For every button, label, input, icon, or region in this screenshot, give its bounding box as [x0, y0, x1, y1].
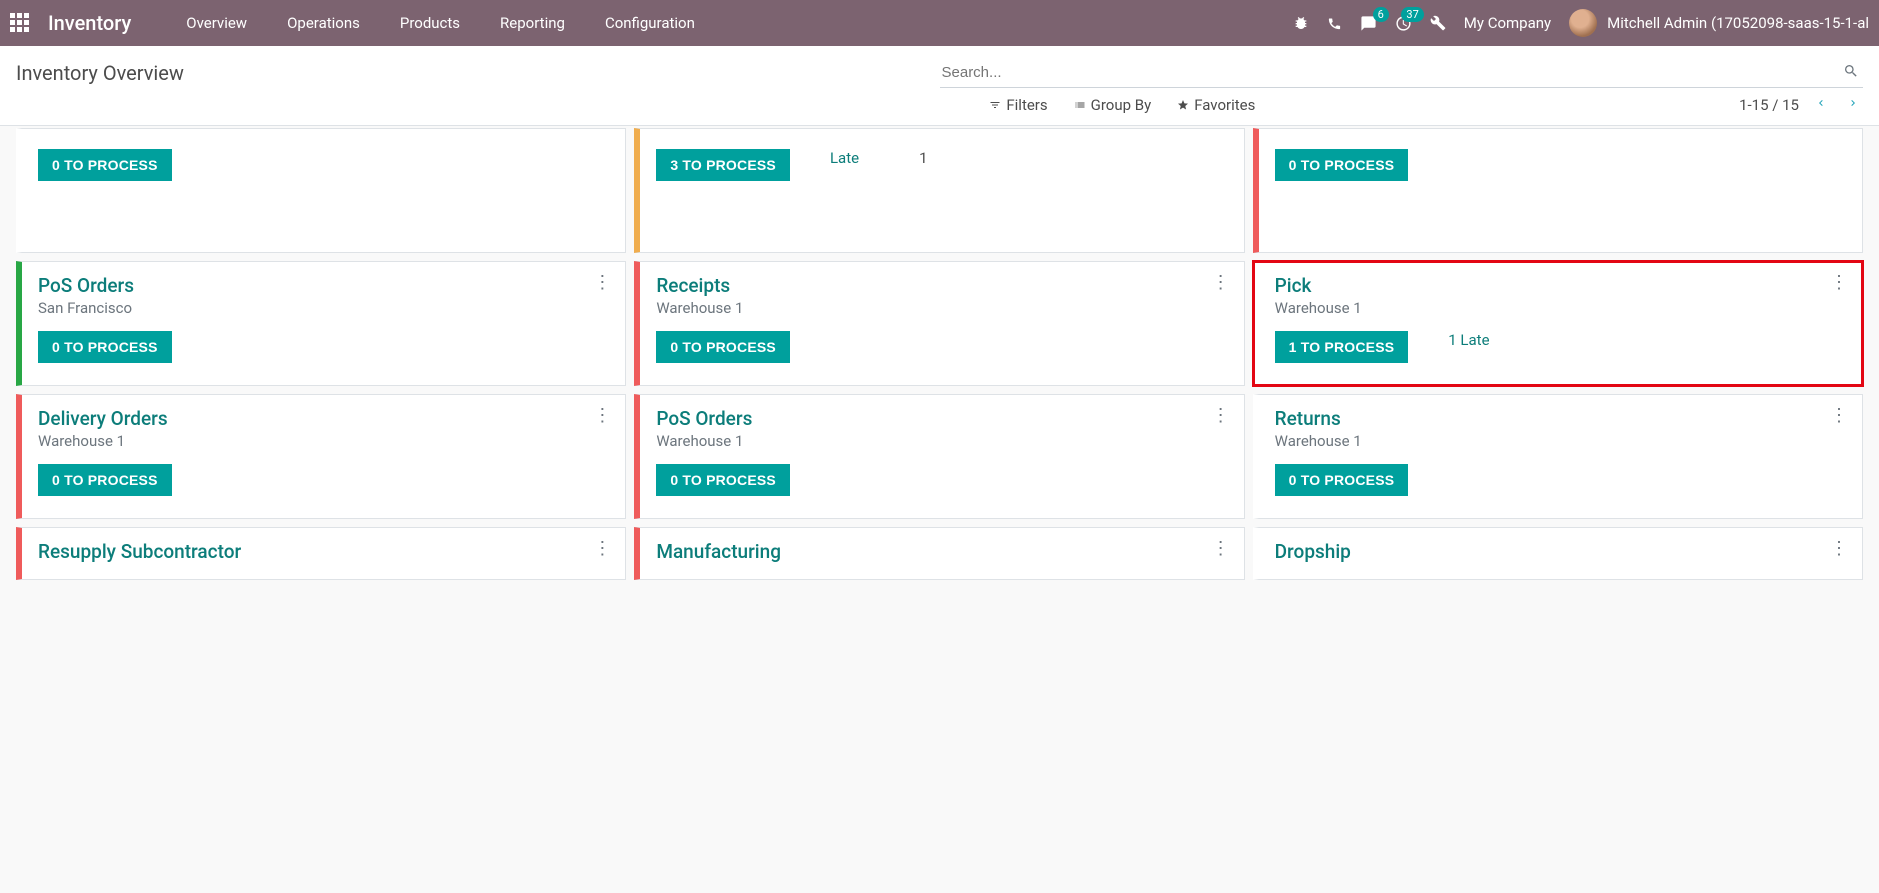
- kanban-card-resupply[interactable]: ⋮ Resupply Subcontractor: [16, 527, 626, 580]
- pager-prev[interactable]: [1811, 94, 1831, 115]
- groupby-label: Group By: [1091, 96, 1152, 114]
- kanban-card[interactable]: 3 TO PROCESS Late 1: [634, 128, 1244, 253]
- card-title[interactable]: Manufacturing: [656, 540, 1227, 563]
- menu-configuration[interactable]: Configuration: [585, 14, 715, 32]
- process-button[interactable]: 1 TO PROCESS: [1275, 331, 1409, 363]
- list-icon: [1074, 99, 1086, 111]
- menu-products[interactable]: Products: [380, 14, 480, 32]
- menu-operations[interactable]: Operations: [267, 14, 380, 32]
- card-menu-icon[interactable]: ⋮: [1830, 538, 1848, 559]
- card-subtitle: Warehouse 1: [1275, 432, 1846, 450]
- search-button[interactable]: [1839, 59, 1863, 86]
- company-switcher[interactable]: My Company: [1464, 14, 1551, 32]
- filters-label: Filters: [1006, 96, 1047, 114]
- card-menu-icon[interactable]: ⋮: [1830, 405, 1848, 426]
- tools-icon[interactable]: [1430, 15, 1446, 31]
- card-menu-icon[interactable]: ⋮: [1212, 538, 1230, 559]
- process-button[interactable]: 0 TO PROCESS: [656, 331, 790, 363]
- user-name: Mitchell Admin (17052098-saas-15-1-al: [1607, 14, 1869, 32]
- process-button[interactable]: 0 TO PROCESS: [656, 464, 790, 496]
- late-link[interactable]: Late: [830, 149, 859, 167]
- navbar-right: 6 37 My Company Mitchell Admin (17052098…: [1293, 9, 1869, 37]
- app-brand[interactable]: Inventory: [48, 11, 131, 35]
- late-count: 1: [919, 149, 927, 167]
- process-button[interactable]: 0 TO PROCESS: [38, 149, 172, 181]
- process-button[interactable]: 0 TO PROCESS: [38, 331, 172, 363]
- bug-icon[interactable]: [1293, 15, 1309, 31]
- messages-icon[interactable]: 6: [1360, 15, 1377, 32]
- card-menu-icon[interactable]: ⋮: [593, 405, 611, 426]
- menu-reporting[interactable]: Reporting: [480, 14, 585, 32]
- kanban-card-pos-wh1[interactable]: ⋮ PoS Orders Warehouse 1 0 TO PROCESS: [634, 394, 1244, 519]
- card-title[interactable]: Dropship: [1275, 540, 1846, 563]
- card-title[interactable]: PoS Orders: [38, 274, 609, 297]
- main-menu: Overview Operations Products Reporting C…: [166, 14, 715, 32]
- card-title[interactable]: Returns: [1275, 407, 1846, 430]
- top-navbar: Inventory Overview Operations Products R…: [0, 0, 1879, 46]
- card-title[interactable]: Resupply Subcontractor: [38, 540, 609, 563]
- card-menu-icon[interactable]: ⋮: [1212, 405, 1230, 426]
- user-menu[interactable]: Mitchell Admin (17052098-saas-15-1-al: [1569, 9, 1869, 37]
- phone-icon[interactable]: [1327, 16, 1342, 31]
- card-menu-icon[interactable]: ⋮: [1830, 272, 1848, 293]
- control-panel: Inventory Overview Filters Group By Favo…: [0, 46, 1879, 126]
- filter-icon: [989, 99, 1001, 111]
- breadcrumb: Inventory Overview: [16, 61, 184, 85]
- menu-overview[interactable]: Overview: [166, 14, 267, 32]
- kanban-card-pick[interactable]: ⋮ Pick Warehouse 1 1 TO PROCESS 1 Late: [1253, 261, 1863, 386]
- pager-next[interactable]: [1843, 94, 1863, 115]
- search-input[interactable]: [940, 58, 1840, 87]
- search-wrap: [940, 58, 1864, 88]
- process-button[interactable]: 0 TO PROCESS: [38, 464, 172, 496]
- star-icon: [1177, 99, 1189, 111]
- kanban-card[interactable]: 0 TO PROCESS: [1253, 128, 1863, 253]
- kanban-card-receipts[interactable]: ⋮ Receipts Warehouse 1 0 TO PROCESS: [634, 261, 1244, 386]
- favorites-label: Favorites: [1194, 96, 1255, 114]
- favorites-button[interactable]: Favorites: [1177, 96, 1255, 114]
- card-menu-icon[interactable]: ⋮: [1212, 272, 1230, 293]
- kanban-card-returns[interactable]: ⋮ Returns Warehouse 1 0 TO PROCESS: [1253, 394, 1863, 519]
- groupby-button[interactable]: Group By: [1074, 96, 1152, 114]
- kanban-card-manufacturing[interactable]: ⋮ Manufacturing: [634, 527, 1244, 580]
- kanban-card-pos-sf[interactable]: ⋮ PoS Orders San Francisco 0 TO PROCESS: [16, 261, 626, 386]
- filters-button[interactable]: Filters: [989, 96, 1047, 114]
- kanban-grid: 0 TO PROCESS 3 TO PROCESS Late 1 0 TO PR…: [0, 126, 1879, 596]
- late-link[interactable]: 1 Late: [1448, 331, 1489, 349]
- process-button[interactable]: 0 TO PROCESS: [1275, 464, 1409, 496]
- pager-text: 1-15 / 15: [1739, 96, 1799, 114]
- pager: 1-15 / 15: [1739, 94, 1863, 115]
- card-subtitle: Warehouse 1: [1275, 299, 1846, 317]
- messages-badge: 6: [1373, 7, 1389, 22]
- card-subtitle: San Francisco: [38, 299, 609, 317]
- card-title[interactable]: Receipts: [656, 274, 1227, 297]
- card-title[interactable]: Delivery Orders: [38, 407, 609, 430]
- card-title[interactable]: PoS Orders: [656, 407, 1227, 430]
- card-menu-icon[interactable]: ⋮: [593, 272, 611, 293]
- card-menu-icon[interactable]: ⋮: [593, 538, 611, 559]
- card-subtitle: Warehouse 1: [38, 432, 609, 450]
- activities-badge: 37: [1401, 7, 1423, 22]
- card-subtitle: Warehouse 1: [656, 432, 1227, 450]
- activities-icon[interactable]: 37: [1395, 15, 1412, 32]
- kanban-card-delivery[interactable]: ⋮ Delivery Orders Warehouse 1 0 TO PROCE…: [16, 394, 626, 519]
- card-subtitle: Warehouse 1: [656, 299, 1227, 317]
- apps-icon[interactable]: [10, 13, 30, 33]
- card-title[interactable]: Pick: [1275, 274, 1846, 297]
- process-button[interactable]: 0 TO PROCESS: [1275, 149, 1409, 181]
- kanban-card-dropship[interactable]: ⋮ Dropship: [1253, 527, 1863, 580]
- process-button[interactable]: 3 TO PROCESS: [656, 149, 790, 181]
- avatar: [1569, 9, 1597, 37]
- kanban-card[interactable]: 0 TO PROCESS: [16, 128, 626, 253]
